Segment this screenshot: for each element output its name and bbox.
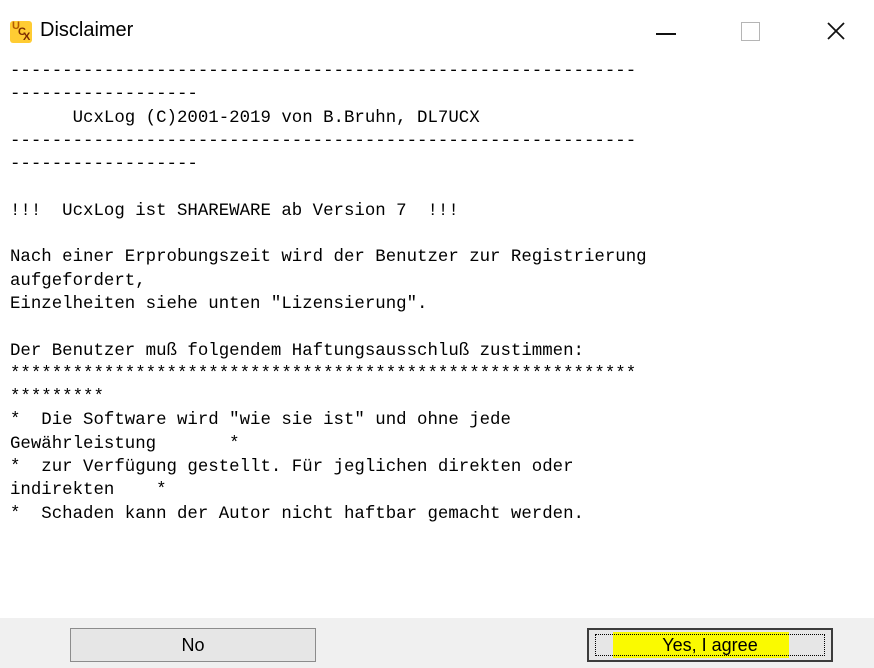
disclaimer-line: ------------------ xyxy=(10,155,198,175)
disclaimer-line: * Schaden kann der Autor nicht haftbar g… xyxy=(10,504,584,524)
disclaimer-line: indirekten * xyxy=(10,481,167,501)
close-icon xyxy=(827,22,845,40)
app-icon-letter-x: X xyxy=(23,31,31,43)
close-button[interactable] xyxy=(806,6,866,56)
disclaimer-line: aufgefordert, xyxy=(10,271,146,291)
disclaimer-text-area[interactable]: ----------------------------------------… xyxy=(10,60,870,616)
title-bar[interactable]: U C X Disclaimer xyxy=(0,0,874,62)
disclaimer-line xyxy=(10,176,870,199)
disclaimer-line: ****************************************… xyxy=(10,364,637,384)
disclaimer-line: ------------------ xyxy=(10,85,198,105)
no-button[interactable]: No xyxy=(70,628,316,662)
minimize-button[interactable] xyxy=(636,6,696,56)
disclaimer-line: ********* xyxy=(10,388,104,408)
maximize-button[interactable] xyxy=(720,6,780,56)
disclaimer-line: Der Benutzer muß folgendem Haftungsaussc… xyxy=(10,341,584,361)
disclaimer-line xyxy=(10,223,870,246)
no-button-label: No xyxy=(181,634,205,655)
disclaimer-line xyxy=(10,316,870,339)
disclaimer-line: Nach einer Erprobungszeit wird der Benut… xyxy=(10,248,647,268)
ucxlog-app-icon: U C X xyxy=(10,21,32,43)
minimize-icon xyxy=(656,33,676,35)
disclaimer-line: * zur Verfügung gestellt. Für jeglichen … xyxy=(10,458,574,478)
maximize-icon xyxy=(740,21,760,41)
disclaimer-line: Gewährleistung * xyxy=(10,434,240,454)
disclaimer-line: * Die Software wird "wie sie ist" und oh… xyxy=(10,411,511,431)
disclaimer-line: !!! UcxLog ist SHAREWARE ab Version 7 !!… xyxy=(10,201,459,221)
button-bar: No Yes, I agree xyxy=(0,618,874,668)
yes-button-label: Yes, I agree xyxy=(662,634,758,655)
disclaimer-line: ----------------------------------------… xyxy=(10,62,637,81)
disclaimer-line: ----------------------------------------… xyxy=(10,131,637,151)
window-title: Disclaimer xyxy=(40,19,134,41)
disclaimer-line: Einzelheiten siehe unten "Lizensierung". xyxy=(10,294,428,314)
yes-i-agree-button[interactable]: Yes, I agree xyxy=(587,628,833,662)
disclaimer-line: UcxLog (C)2001-2019 von B.Bruhn, DL7UCX xyxy=(10,108,480,128)
